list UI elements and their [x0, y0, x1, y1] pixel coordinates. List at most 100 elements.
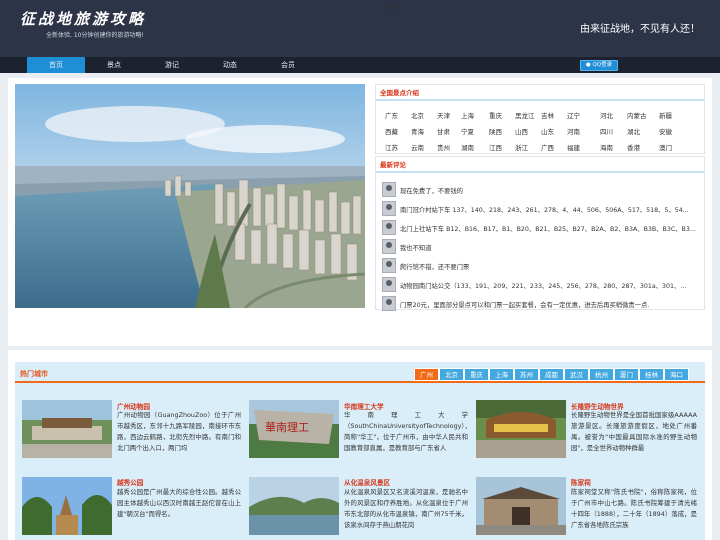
province-link[interactable]: 山西 [515, 126, 528, 136]
nav-item-travelogues[interactable]: 游记 [143, 57, 201, 73]
comment-text: 我也不知道 [400, 245, 432, 252]
province-link[interactable]: 上海 [461, 110, 474, 120]
province-link[interactable]: 北京 [411, 110, 424, 120]
card-text-conghua: 从化温泉风景区又名流溪河温泉，是驰名中外的风景区和疗养胜地。从化温泉位于广州市东… [344, 488, 468, 529]
province-link[interactable]: 香港 [627, 142, 640, 152]
city-tab[interactable]: 海口 [664, 368, 689, 381]
site-logo-title[interactable]: 征战地旅游攻略 [20, 8, 146, 29]
province-link[interactable]: 天津 [437, 110, 450, 120]
site-tagline: 全新体验, 10分钟创建你的旅游功略! [46, 32, 144, 39]
province-link[interactable]: 贵州 [437, 142, 450, 152]
qq-icon: ● [585, 62, 591, 68]
comment-text: 南门冠介村站下车 137、140、218、243、261、278、4、44、50… [400, 207, 689, 214]
comment-text: 门票20元，里面部分景点可以和门票一起买套餐，会有一定优惠，进去后再买稍微贵一点… [400, 302, 650, 309]
city-tab[interactable]: 重庆 [464, 368, 489, 381]
province-link[interactable]: 重庆 [489, 110, 502, 120]
card-title-conghua[interactable]: 从化温泉风景区 [344, 477, 390, 487]
comment-text: 北门上社站下车 B12、B16、B17、B1、B20、B21、B25、B27、B… [400, 226, 696, 233]
divider [375, 171, 705, 173]
province-link[interactable]: 台湾 [385, 0, 398, 10]
card-title-yuexiu[interactable]: 越秀公园 [117, 477, 143, 487]
province-link[interactable]: 甘肃 [437, 126, 450, 136]
province-link[interactable]: 山东 [541, 126, 554, 136]
province-link[interactable]: 海南 [600, 142, 613, 152]
province-link[interactable]: 广西 [541, 142, 554, 152]
card-image-chenclan[interactable] [476, 477, 566, 535]
province-link[interactable]: 西藏 [385, 126, 398, 136]
comment-item[interactable]: 我也不知道 [382, 239, 700, 255]
hero-banner-image[interactable] [15, 84, 365, 308]
card-text-chenclan: 陈家祠堂又称"陈氏书院"，俗称陈家祠，位于广州市中山七路。陈氏书院筹建于清光绪十… [571, 488, 697, 529]
card-image-yuexiu[interactable] [22, 477, 112, 535]
city-tab[interactable]: 苏州 [514, 368, 539, 381]
province-section-title: 全国景点介绍 [380, 89, 419, 97]
province-link[interactable]: 新疆 [659, 110, 672, 120]
nav-item-attractions[interactable]: 景点 [85, 57, 143, 73]
comments-section-title: 最新评论 [380, 161, 406, 169]
qq-login-button[interactable]: ● QQ登录 [580, 60, 618, 71]
province-link[interactable]: 安徽 [659, 126, 672, 136]
province-link[interactable]: 辽宁 [567, 110, 580, 120]
province-link[interactable]: 江苏 [385, 142, 398, 152]
city-tab[interactable]: 上海 [489, 368, 514, 381]
province-link[interactable]: 广东 [385, 110, 398, 120]
city-tab[interactable]: 广州 [414, 368, 439, 381]
province-box [375, 84, 705, 154]
card-image-zoo[interactable] [22, 400, 112, 458]
province-link[interactable]: 湖北 [627, 126, 640, 136]
comment-text: 爬行馆不错，还不要门票 [400, 264, 470, 271]
province-link[interactable]: 青海 [411, 126, 424, 136]
card-image-chimelong[interactable] [476, 400, 566, 458]
site-header: 征战地旅游攻略 全新体验, 10分钟创建你的旅游功略! 由来征战地，不见有人还！ [0, 0, 720, 57]
province-link[interactable]: 福建 [567, 142, 580, 152]
province-link[interactable]: 内蒙古 [627, 110, 647, 120]
comment-item[interactable]: 动物园南门站公交（133、191、209、221、233、245、256、278… [382, 277, 700, 293]
comment-item[interactable]: 北门上社站下车 B12、B16、B17、B1、B20、B21、B25、B27、B… [382, 220, 700, 236]
province-link[interactable]: 宁夏 [461, 126, 474, 136]
card-text-chimelong: 长隆野生动物世界是全国首批国家级AAAAA旅游景区。长隆旅游度假区，地处广州番禺… [571, 411, 697, 452]
province-link[interactable]: 河南 [567, 126, 580, 136]
user-avatar-icon [382, 182, 396, 197]
province-link[interactable]: 四川 [600, 126, 613, 136]
nav-item-members[interactable]: 会员 [259, 57, 317, 73]
province-link[interactable]: 江西 [489, 142, 502, 152]
province-link[interactable]: 河北 [600, 110, 613, 120]
comment-item[interactable]: 门票20元，里面部分景点可以和门票一起买套餐，会有一定优惠，进去后再买稍微贵一点… [382, 296, 700, 312]
user-avatar-icon [382, 220, 396, 235]
province-link[interactable]: 陕西 [489, 126, 502, 136]
nav-item-home[interactable]: 首页 [27, 57, 85, 73]
card-text-scut: 华南理工大学（SouthChinaUniversityofTechnology）… [344, 411, 468, 452]
comment-item[interactable]: 南门冠介村站下车 137、140、218、243、261、278、4、44、50… [382, 201, 700, 217]
comment-item[interactable]: 爬行馆不错，还不要门票 [382, 258, 700, 274]
user-avatar-icon [382, 296, 396, 311]
city-tab[interactable]: 成都 [539, 368, 564, 381]
province-link[interactable]: 黑龙江 [515, 110, 535, 120]
province-link[interactable]: 云南 [411, 142, 424, 152]
card-title-chenclan[interactable]: 陈家祠 [571, 477, 591, 487]
user-avatar-icon [382, 239, 396, 254]
city-tab[interactable]: 桂林 [639, 368, 664, 381]
city-tab[interactable]: 北京 [439, 368, 464, 381]
province-link[interactable]: 澳门 [659, 142, 672, 152]
city-tab[interactable]: 武汉 [564, 368, 589, 381]
nav-item-news[interactable]: 动态 [201, 57, 259, 73]
qq-login-label: QQ登录 [592, 62, 613, 68]
hot-cities-title: 热门城市 [20, 370, 48, 378]
divider [375, 99, 705, 101]
user-avatar-icon [382, 258, 396, 273]
user-avatar-icon [382, 277, 396, 292]
city-tab[interactable]: 杭州 [589, 368, 614, 381]
header-slogan: 由来征战地，不见有人还！ [580, 24, 700, 35]
card-text-yuexiu: 越秀公园是广州最大的综合性公园。越秀公园主体越秀山以西汉时南越王赵佗曾在山上建"… [117, 488, 241, 518]
comment-item[interactable]: 现在免费了，不要钱的 [382, 182, 700, 198]
city-tab[interactable]: 厦门 [614, 368, 639, 381]
province-link[interactable]: 浙江 [515, 142, 528, 152]
user-avatar-icon [382, 201, 396, 216]
card-image-conghua[interactable] [249, 477, 339, 535]
province-link[interactable]: 吉林 [541, 110, 554, 120]
comment-text: 现在免费了，不要钱的 [400, 188, 463, 195]
province-link[interactable]: 湖南 [461, 142, 474, 152]
comment-text: 动物园南门站公交（133、191、209、221、233、245、256、278… [400, 283, 687, 290]
card-image-scut[interactable]: 華南理工 [249, 400, 339, 458]
svg-text:華南理工: 華南理工 [265, 421, 309, 434]
